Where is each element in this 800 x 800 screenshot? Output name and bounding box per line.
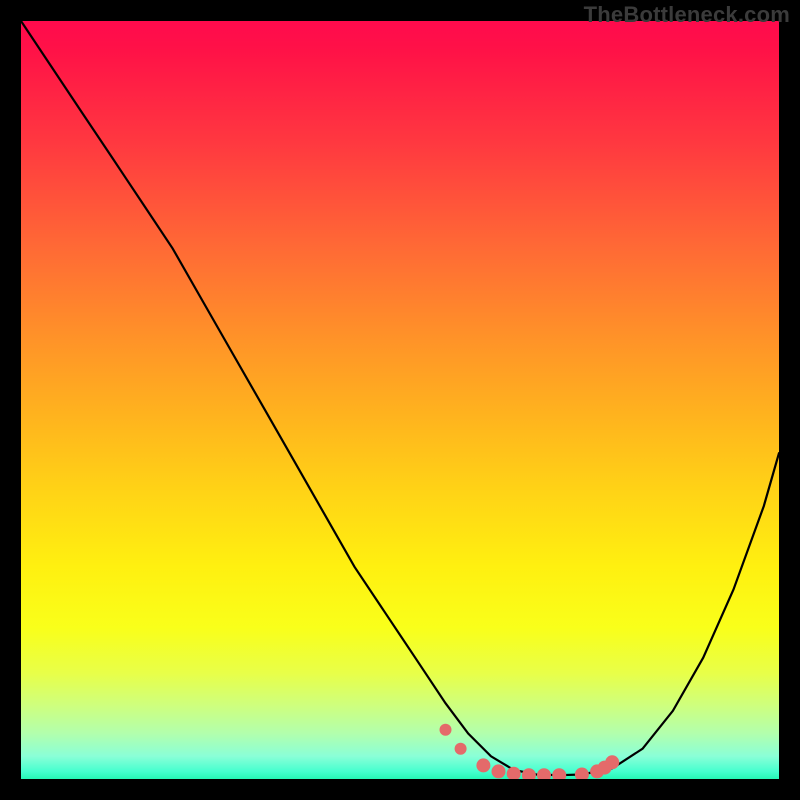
plot-area — [21, 21, 779, 779]
highlight-dot — [537, 768, 551, 779]
highlight-dot — [440, 724, 452, 736]
highlight-dot — [492, 764, 506, 778]
highlight-dot — [522, 768, 536, 779]
chart-frame: TheBottleneck.com — [0, 0, 800, 800]
curve-layer — [21, 21, 779, 779]
highlight-dot — [476, 758, 490, 772]
highlight-dot — [605, 755, 619, 769]
bottleneck-curve — [21, 21, 779, 775]
highlight-dot — [507, 767, 521, 779]
watermark-text: TheBottleneck.com — [584, 2, 790, 28]
highlight-dot — [455, 743, 467, 755]
highlight-dot — [575, 768, 589, 780]
highlight-dot — [552, 768, 566, 779]
